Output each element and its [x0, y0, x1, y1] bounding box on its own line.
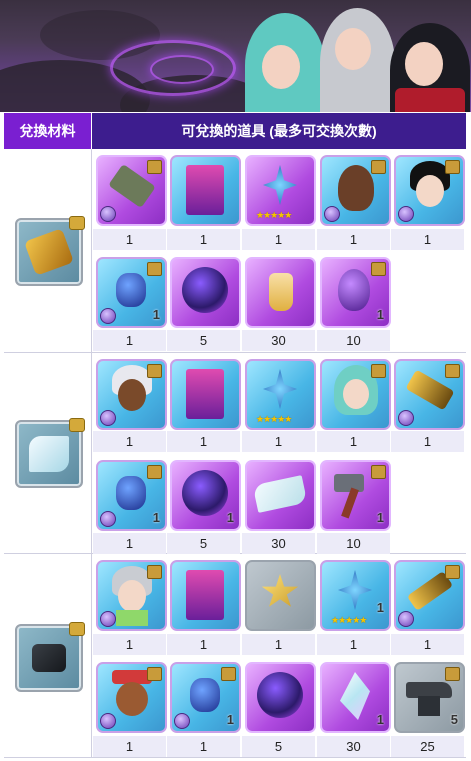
hammer-icon[interactable]: 1: [320, 460, 391, 531]
gold-weapon-icon[interactable]: [394, 359, 465, 430]
rarity-stars: ★★★★★: [331, 615, 367, 625]
quantity-label: 1: [93, 330, 166, 351]
quantity-label: 1: [93, 431, 166, 452]
quantity-label: 30: [242, 330, 315, 351]
character-portrait-icon[interactable]: [96, 359, 167, 430]
cloth-icon[interactable]: [245, 460, 316, 531]
material-device-icon[interactable]: [15, 622, 85, 692]
item-count: 1: [226, 712, 234, 727]
quantity-label: 10: [317, 330, 390, 351]
blue-star-emblem-icon[interactable]: ★★★★★ 1: [320, 560, 391, 631]
quantity-label: 1: [242, 431, 315, 452]
spirit-orb-icon[interactable]: 1: [170, 460, 241, 531]
quantity-label: 1: [167, 229, 240, 250]
section-divider: [4, 352, 466, 353]
item-count: 1: [376, 510, 384, 525]
item-count: 1: [376, 307, 384, 322]
quantity-label: 1: [93, 533, 166, 554]
potion-bottle-icon[interactable]: [245, 257, 316, 328]
spirit-orb-icon[interactable]: [170, 257, 241, 328]
material-gold-claw-icon[interactable]: [15, 216, 85, 286]
item-count: 1: [376, 600, 384, 615]
rarity-stars: ★★★★★: [256, 414, 292, 424]
items-header: 可兌換的道具 (最多可交換次數): [92, 113, 466, 149]
quantity-label: 10: [317, 533, 390, 554]
quantity-label: 1: [93, 736, 166, 757]
quantity-label: 30: [242, 533, 315, 554]
rarity-stars: ★★★★★: [256, 210, 292, 220]
quantity-label: 5: [167, 330, 240, 351]
quantity-label: 5: [167, 533, 240, 554]
character-portrait-icon[interactable]: [96, 560, 167, 631]
quantity-label: 1: [93, 229, 166, 250]
quantity-label: 1: [242, 229, 315, 250]
card-pack-icon[interactable]: [170, 560, 241, 631]
quantity-label: 1: [317, 634, 390, 655]
exchange-table: 兌換材料 可兌換的道具 (最多可交換次數) ★★★★★ 1 1 1 1 1 1 …: [0, 0, 471, 761]
table-bottom-border: [4, 757, 466, 758]
item-count: 1: [376, 712, 384, 727]
materials-header: 兌換材料: [4, 113, 91, 149]
quantity-label: 1: [391, 229, 464, 250]
character-portrait-icon[interactable]: [96, 662, 167, 733]
item-count: 1: [152, 307, 160, 322]
gun-weapon-icon[interactable]: [96, 155, 167, 226]
card-pack-icon[interactable]: [170, 155, 241, 226]
quantity-label: 1: [317, 229, 390, 250]
spirit-orb-icon[interactable]: [245, 662, 316, 733]
blue-gem-pendant-icon[interactable]: 1: [170, 662, 241, 733]
purple-egg-icon[interactable]: 1: [320, 257, 391, 328]
character-portrait-icon[interactable]: [394, 155, 465, 226]
crystal-shard-icon[interactable]: 1: [320, 662, 391, 733]
quantity-label: 25: [391, 736, 464, 757]
quantity-label: 1: [167, 736, 240, 757]
item-count: 5: [450, 712, 458, 727]
gold-weapon-icon[interactable]: [394, 560, 465, 631]
blue-gem-pendant-icon[interactable]: 1: [96, 257, 167, 328]
blue-star-emblem-icon[interactable]: ★★★★★: [245, 359, 316, 430]
card-pack-icon[interactable]: [170, 359, 241, 430]
character-portrait-icon[interactable]: [320, 155, 391, 226]
quantity-label: 5: [242, 736, 315, 757]
quantity-label: 1: [391, 431, 464, 452]
quantity-label: 1: [242, 634, 315, 655]
quantity-label: 30: [317, 736, 390, 757]
quantity-label: 1: [391, 634, 464, 655]
material-cloth-icon[interactable]: [15, 418, 85, 488]
quantity-label: 1: [167, 634, 240, 655]
item-count: 1: [152, 510, 160, 525]
item-count: 1: [226, 510, 234, 525]
event-banner: [0, 0, 471, 112]
quantity-label: 1: [167, 431, 240, 452]
column-divider: [91, 149, 92, 757]
character-portrait-icon[interactable]: [320, 359, 391, 430]
anvil-icon[interactable]: 5: [394, 662, 465, 733]
blue-star-emblem-icon[interactable]: ★★★★★: [245, 155, 316, 226]
quantity-label: 1: [93, 634, 166, 655]
gold-star-icon[interactable]: [245, 560, 316, 631]
quantity-label: 1: [317, 431, 390, 452]
blue-gem-pendant-icon[interactable]: 1: [96, 460, 167, 531]
